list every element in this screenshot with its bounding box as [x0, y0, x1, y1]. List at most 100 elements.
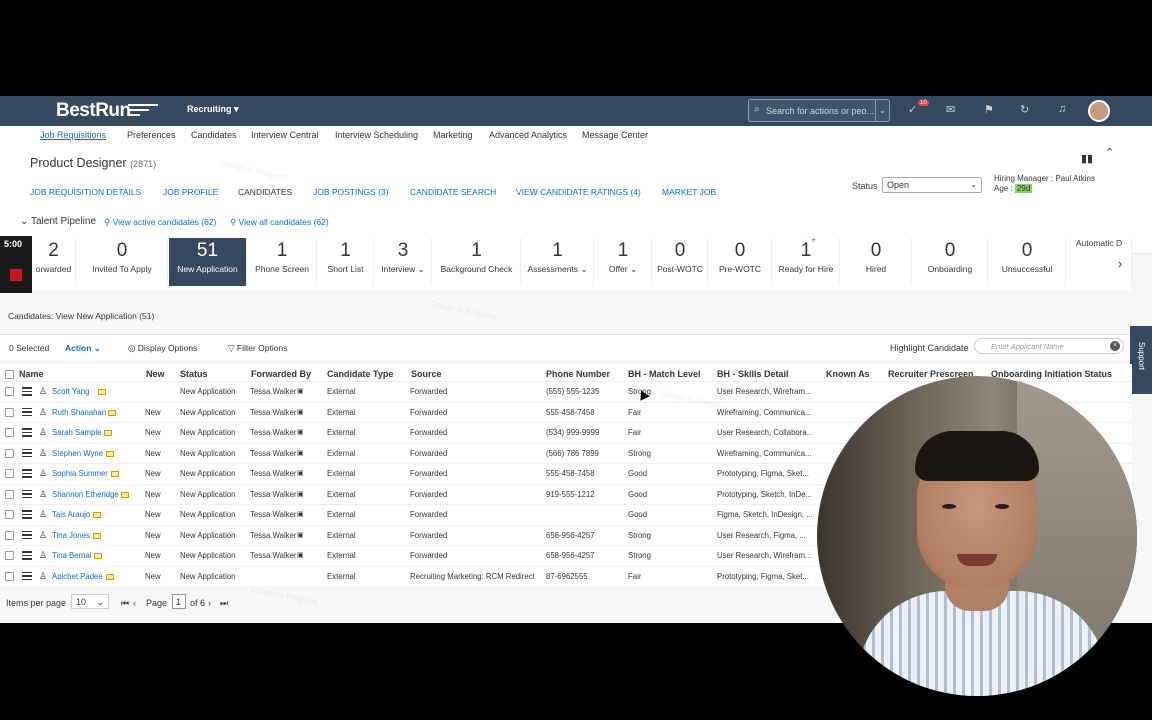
- first-page-icon[interactable]: ⏮: [121, 598, 129, 609]
- candidate-name-link[interactable]: Tais Araujo: [52, 510, 90, 519]
- talent-pipeline-label[interactable]: ⌄ Talent Pipeline: [20, 216, 96, 227]
- row-menu-icon[interactable]: [22, 387, 32, 398]
- column-header[interactable]: Candidate Type: [327, 369, 393, 379]
- status-select[interactable]: Open ⌄: [882, 177, 982, 193]
- row-checkbox[interactable]: [5, 489, 14, 499]
- row-checkbox[interactable]: [5, 551, 14, 560]
- view-active-candidates-link[interactable]: ⚲ View active candidates (62): [104, 217, 216, 228]
- nav-marketing[interactable]: Marketing: [433, 130, 473, 140]
- nav-preferences[interactable]: Preferences: [127, 130, 176, 140]
- todo-icon[interactable]: ✓: [908, 103, 917, 116]
- last-page-icon[interactable]: ⏭: [220, 598, 228, 609]
- resume-icon[interactable]: [93, 512, 101, 518]
- candidate-name-link[interactable]: Scott Yang: [52, 387, 89, 396]
- row-menu-icon[interactable]: [22, 551, 32, 562]
- row-checkbox[interactable]: [5, 571, 14, 581]
- column-header[interactable]: Status: [180, 369, 208, 379]
- next-page-icon[interactable]: ›: [208, 598, 211, 608]
- contact-card-icon[interactable]: ▣: [297, 449, 304, 457]
- brand-logo[interactable]: BestRun: [56, 100, 131, 122]
- row-checkbox[interactable]: [5, 469, 14, 478]
- candidate-name-link[interactable]: Stephen Wyne: [52, 449, 103, 458]
- pipeline-stage[interactable]: 0 Invited To Apply: [77, 238, 168, 286]
- contact-card-icon[interactable]: ▣: [297, 551, 304, 559]
- resume-icon[interactable]: [94, 553, 102, 559]
- tab-market-job[interactable]: MARKET JOB: [662, 187, 716, 197]
- row-checkbox[interactable]: [5, 530, 14, 540]
- row-menu-icon[interactable]: [22, 571, 32, 583]
- column-header[interactable]: Known As: [826, 369, 870, 379]
- resume-icon[interactable]: [121, 491, 129, 498]
- candidate-name-link[interactable]: Ruth Shanahan: [52, 408, 106, 417]
- pipeline-stage[interactable]: 0 Post-WOTC: [653, 238, 708, 286]
- nav-advanced-analytics[interactable]: Advanced Analytics: [489, 130, 567, 140]
- nav-interview-scheduling[interactable]: Interview Scheduling: [335, 130, 418, 140]
- record-stop-icon[interactable]: [10, 269, 22, 281]
- tab-job-profile[interactable]: JOB PROFILE: [163, 187, 218, 197]
- candidate-name-link[interactable]: Tina Jones: [52, 531, 90, 540]
- action-menu[interactable]: Action ⌄: [65, 343, 101, 354]
- candidate-name-link[interactable]: Apichet Padee: [52, 572, 103, 581]
- display-options-button[interactable]: ◎ Display Options: [128, 343, 197, 354]
- resume-icon[interactable]: [106, 450, 114, 457]
- pipeline-stage[interactable]: 1 Phone Screen: [248, 238, 317, 286]
- tab-job-postings[interactable]: JOB POSTINGS (3): [313, 187, 389, 197]
- row-checkbox[interactable]: [5, 428, 14, 437]
- items-per-page-select[interactable]: 10 ⌄: [71, 594, 109, 609]
- view-all-candidates-link[interactable]: ⚲ View all candidates (62): [230, 217, 329, 228]
- clear-icon[interactable]: ×: [1110, 341, 1120, 351]
- chevron-right-icon[interactable]: ›: [1118, 256, 1122, 271]
- chart-icon[interactable]: ▮▮: [1081, 152, 1093, 165]
- pipeline-stage[interactable]: 2 orwarded: [32, 238, 76, 286]
- candidate-name-link[interactable]: Sophia Summer: [52, 469, 108, 478]
- resume-icon[interactable]: [104, 430, 112, 436]
- module-menu[interactable]: Recruiting ▾: [187, 104, 239, 115]
- pipeline-stage[interactable]: 1 Short List: [318, 238, 374, 286]
- column-header[interactable]: Forwarded By: [251, 369, 311, 379]
- feedback-icon[interactable]: ⚑: [984, 103, 994, 116]
- row-checkbox[interactable]: [5, 510, 14, 519]
- select-all-checkbox[interactable]: [5, 370, 14, 379]
- nav-message-center[interactable]: Message Center: [582, 130, 648, 140]
- column-header[interactable]: Name: [19, 369, 44, 379]
- column-header[interactable]: Phone Number: [546, 369, 610, 379]
- row-menu-icon[interactable]: [22, 530, 32, 542]
- row-menu-icon[interactable]: [22, 510, 32, 521]
- row-menu-icon[interactable]: [22, 489, 32, 501]
- pipeline-stage[interactable]: 0 Pre-WOTC: [709, 238, 772, 286]
- column-header[interactable]: BH - Skills Detail: [717, 369, 789, 379]
- tab-view-candidate-ratings[interactable]: VIEW CANDIDATE RATINGS (4): [516, 187, 641, 197]
- refresh-icon[interactable]: ↻: [1020, 103, 1029, 116]
- column-header[interactable]: New: [146, 369, 165, 379]
- row-menu-icon[interactable]: [22, 407, 32, 419]
- candidate-name-link[interactable]: Sarah Sample: [52, 428, 101, 437]
- candidate-name-link[interactable]: Shannon Etheridge: [52, 490, 119, 499]
- tab-job-requisition-details[interactable]: JOB REQUISITION DETAILS: [30, 187, 141, 197]
- contact-card-icon[interactable]: ▣: [297, 469, 304, 477]
- prev-page-icon[interactable]: ‹: [133, 598, 136, 608]
- tab-candidates[interactable]: CANDIDATES: [238, 187, 292, 197]
- resume-icon[interactable]: [108, 409, 116, 416]
- pipeline-stage[interactable]: 1 Ready for Hire *: [773, 237, 840, 286]
- pipeline-stage[interactable]: 0 Onboarding: [913, 238, 988, 286]
- pipeline-stage[interactable]: 1 Background Check: [433, 238, 521, 286]
- bell-icon[interactable]: ♫: [1058, 103, 1066, 115]
- candidate-name-link[interactable]: Tina Bernal: [52, 551, 92, 560]
- contact-card-icon[interactable]: ▣: [297, 387, 304, 395]
- pipeline-stage[interactable]: 0 Unsuccessful: [989, 238, 1066, 286]
- chat-icon[interactable]: ✉: [946, 103, 955, 116]
- column-header[interactable]: Source: [411, 369, 442, 379]
- resume-icon[interactable]: [106, 573, 114, 580]
- nav-job-requisitions[interactable]: Job Requisitions: [40, 130, 106, 140]
- contact-card-icon[interactable]: ▣: [297, 510, 304, 518]
- contact-card-icon[interactable]: ▣: [297, 428, 304, 436]
- resume-icon[interactable]: [111, 471, 119, 477]
- collapse-icon[interactable]: ⌃: [1105, 146, 1114, 159]
- row-menu-icon[interactable]: [22, 448, 32, 460]
- row-menu-icon[interactable]: [22, 469, 32, 480]
- column-header[interactable]: BH - Match Level: [628, 369, 701, 379]
- row-menu-icon[interactable]: [22, 428, 32, 439]
- resume-icon[interactable]: [98, 389, 106, 395]
- resume-icon[interactable]: [93, 532, 101, 539]
- pipeline-stage[interactable]: 0 Hired: [841, 238, 912, 286]
